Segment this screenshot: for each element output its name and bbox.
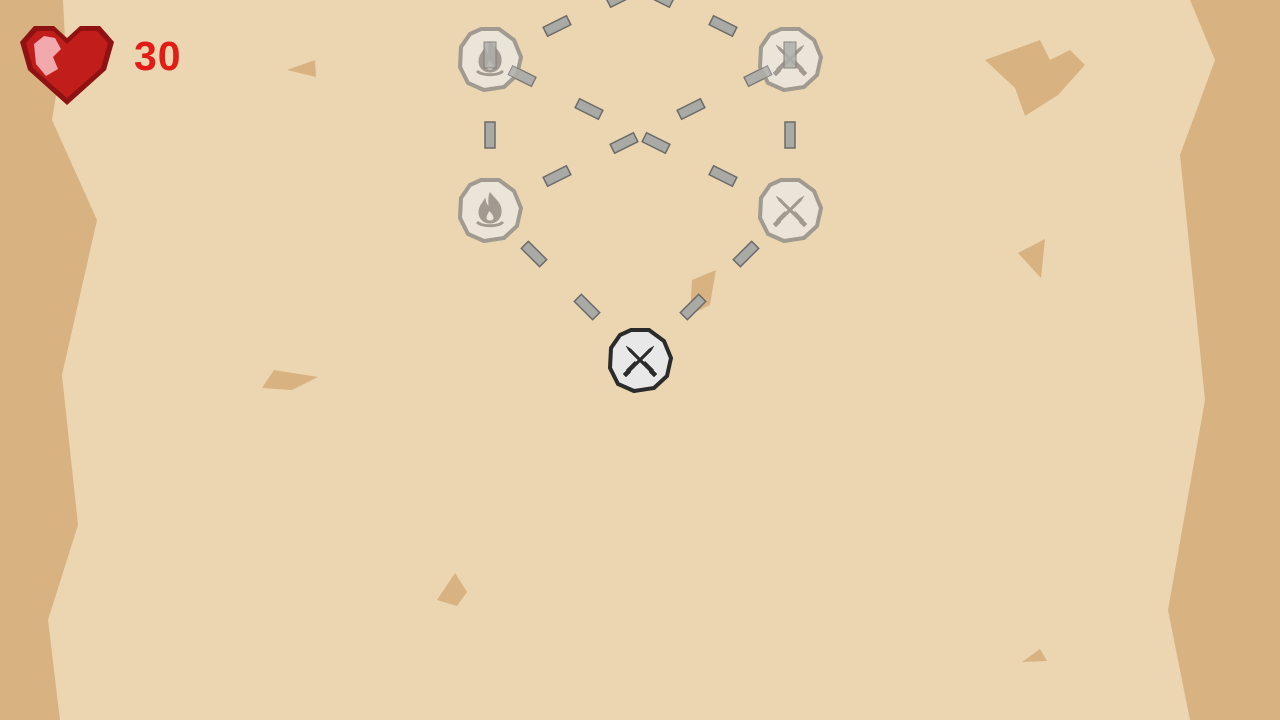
node-left-1[interactable] — [457, 178, 524, 244]
health-value: 30 — [134, 33, 182, 79]
heart-icon — [20, 26, 114, 105]
hud: 30 — [20, 24, 181, 108]
path-dash — [783, 41, 797, 69]
path-dash — [484, 121, 496, 149]
node-start[interactable] — [607, 328, 674, 394]
path-dash — [483, 41, 497, 69]
node-right-1[interactable] — [757, 178, 824, 244]
map-scene — [48, 0, 1215, 720]
path-dash — [784, 121, 796, 149]
